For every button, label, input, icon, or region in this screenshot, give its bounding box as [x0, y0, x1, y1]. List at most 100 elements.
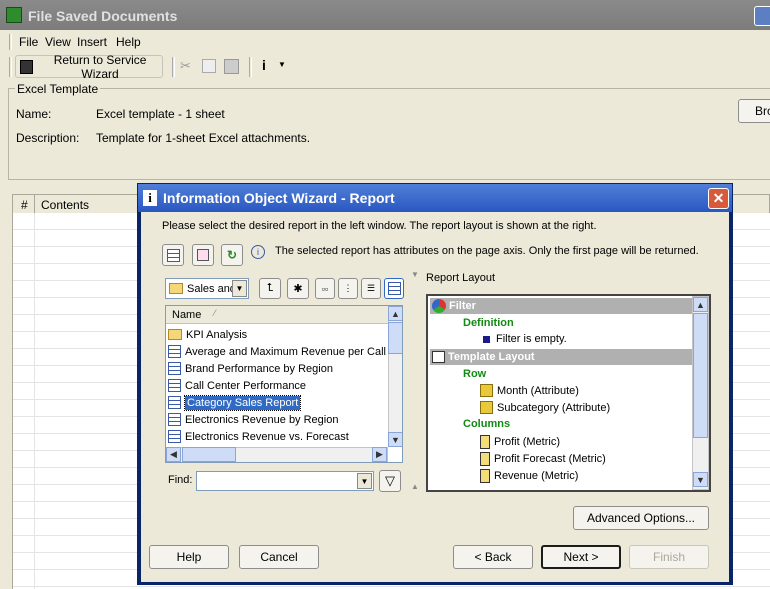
- toolbar: Return to Service Wizard ✂ i ▼: [0, 53, 770, 81]
- next-label: Next >: [563, 550, 599, 564]
- filter-icon-colored: [432, 299, 446, 313]
- row-item-label: Subcategory (Attribute): [497, 401, 611, 414]
- scroll-right-arrow[interactable]: ▶: [372, 447, 387, 462]
- attribute-cube-icon: [480, 401, 493, 414]
- layout-scroll-thumb[interactable]: [693, 313, 708, 438]
- info-icon[interactable]: i: [262, 57, 266, 73]
- finish-label: Finish: [652, 550, 685, 564]
- dialog-title-bar: i Information Object Wizard - Report ✕: [138, 184, 732, 212]
- name-label: Name:: [16, 107, 52, 121]
- details-view-icon[interactable]: [384, 278, 404, 299]
- cut-icon[interactable]: ✂: [180, 58, 191, 74]
- horizontal-scroll-thumb[interactable]: [182, 447, 236, 462]
- report-view-icon[interactable]: [162, 244, 184, 266]
- name-column-header[interactable]: Name ⁄: [166, 306, 388, 324]
- copy-icon[interactable]: [202, 59, 216, 73]
- browse-label: Bro: [755, 104, 770, 118]
- metric-icon: [480, 469, 490, 483]
- column-item: Revenue (Metric): [480, 469, 578, 483]
- menu-insert[interactable]: Insert: [77, 35, 107, 49]
- toolbar-separator-2: [249, 57, 252, 77]
- report-list-item[interactable]: Average and Maximum Revenue per Call C: [168, 343, 397, 360]
- template-layout-header: Template Layout: [430, 349, 692, 365]
- parent-folder-icon[interactable]: ⮤: [259, 278, 281, 299]
- report-layout-tree[interactable]: Filter Definition Filter is empty. Templ…: [426, 294, 711, 492]
- attribute-cube-icon: [480, 384, 493, 397]
- close-icon[interactable]: ✕: [708, 188, 729, 209]
- report-list-item[interactable]: Electronics Revenue vs. Forecast: [168, 428, 388, 445]
- report-list-item[interactable]: Brand Performance by Region: [168, 360, 388, 377]
- new-folder-icon[interactable]: ✱: [287, 278, 309, 299]
- info-dropdown-icon[interactable]: ▼: [278, 60, 286, 69]
- definition-label: Definition: [463, 317, 514, 329]
- find-dropdown-icon[interactable]: ▼: [357, 473, 372, 489]
- report-grid-icon: [168, 430, 181, 443]
- report-list-item-label: Call Center Performance: [185, 379, 307, 392]
- cancel-button[interactable]: Cancel: [239, 545, 319, 569]
- row-item-label: Month (Attribute): [497, 384, 579, 397]
- report-list-item[interactable]: Call Center Performance: [168, 377, 388, 394]
- layout-scroll-down-arrow[interactable]: ▼: [693, 472, 708, 487]
- report-list-item-label: Category Sales Report: [183, 394, 302, 411]
- col-divider: [34, 195, 35, 213]
- column-item-label: Profit Forecast (Metric): [494, 453, 606, 465]
- filter-icon[interactable]: ▽: [379, 470, 401, 492]
- menu-view[interactable]: View: [45, 35, 71, 49]
- information-object-wizard-dialog: i Information Object Wizard - Report ✕ P…: [137, 183, 733, 585]
- columns-label: Columns: [463, 418, 511, 430]
- dialog-info-icon: i: [143, 190, 157, 206]
- layout-scroll-up-arrow[interactable]: ▲: [693, 297, 708, 312]
- report-list[interactable]: Name ⁄ KPI Analysis Average and Maximum R…: [165, 305, 403, 463]
- dialog-title: Information Object Wizard - Report: [163, 190, 395, 206]
- scroll-thumb[interactable]: [388, 322, 402, 354]
- report-list-item-label: Brand Performance by Region: [185, 362, 333, 375]
- help-button[interactable]: Help: [149, 545, 229, 569]
- notice-icon: i: [251, 245, 265, 259]
- splitter-bottom-arrow[interactable]: ▲: [411, 482, 419, 491]
- report-grid-icon: [168, 379, 181, 392]
- report-list-item[interactable]: Category Sales Report: [168, 394, 388, 411]
- metric-icon: [480, 435, 490, 449]
- browse-button[interactable]: Bro: [738, 99, 770, 123]
- return-to-service-wizard-button[interactable]: Return to Service Wizard: [15, 53, 163, 81]
- col-contents-header[interactable]: Contents: [41, 198, 89, 212]
- chevron-down-icon[interactable]: ▼: [232, 280, 247, 297]
- splitter-top-arrow[interactable]: ▼: [411, 270, 419, 279]
- advanced-options-button[interactable]: Advanced Options...: [573, 506, 709, 530]
- report-list-item-label: Average and Maximum Revenue per Call C: [185, 345, 397, 358]
- scroll-up-arrow[interactable]: ▲: [388, 306, 402, 321]
- find-input[interactable]: ▼: [196, 471, 374, 491]
- back-button[interactable]: < Back: [453, 545, 533, 569]
- col-number-header[interactable]: #: [21, 198, 28, 212]
- report-list-item-label: Electronics Revenue vs. Forecast: [185, 430, 349, 443]
- large-icons-view-icon[interactable]: ▫▫: [315, 278, 335, 299]
- template-legend: Excel Template: [15, 82, 101, 96]
- scroll-down-arrow[interactable]: ▼: [388, 432, 402, 447]
- report-list-item[interactable]: Electronics Revenue by Region: [168, 411, 388, 428]
- scroll-left-arrow[interactable]: ◀: [166, 447, 181, 462]
- cancel-label: Cancel: [260, 550, 298, 564]
- refresh-icon[interactable]: ↻: [221, 244, 243, 266]
- grid-col-line: [34, 213, 35, 589]
- folder-select[interactable]: Sales and ▼: [165, 278, 249, 299]
- page-axis-notice: The selected report has attributes on th…: [275, 245, 699, 257]
- small-icons-view-icon[interactable]: ⋮: [338, 278, 358, 299]
- menu-grip: [9, 34, 12, 50]
- folder-icon: [169, 283, 183, 294]
- report-list-item[interactable]: KPI Analysis: [168, 326, 388, 343]
- folder-icon: [168, 329, 182, 340]
- list-view-icon[interactable]: ☰: [361, 278, 381, 299]
- paste-icon[interactable]: [224, 59, 239, 74]
- menu-help[interactable]: Help: [116, 35, 141, 49]
- toolbar-separator: [172, 57, 175, 77]
- menu-file[interactable]: File: [19, 35, 38, 49]
- next-button[interactable]: Next >: [541, 545, 621, 569]
- row-item: Subcategory (Attribute): [480, 401, 610, 414]
- edit-report-icon[interactable]: [192, 244, 214, 266]
- filter-header-label: Filter: [449, 300, 476, 312]
- advanced-options-label: Advanced Options...: [586, 511, 696, 525]
- finish-button[interactable]: Finish: [629, 545, 709, 569]
- minimize-button[interactable]: [754, 6, 770, 26]
- report-grid-icon: [168, 396, 181, 409]
- report-list-item-label: KPI Analysis: [186, 328, 248, 341]
